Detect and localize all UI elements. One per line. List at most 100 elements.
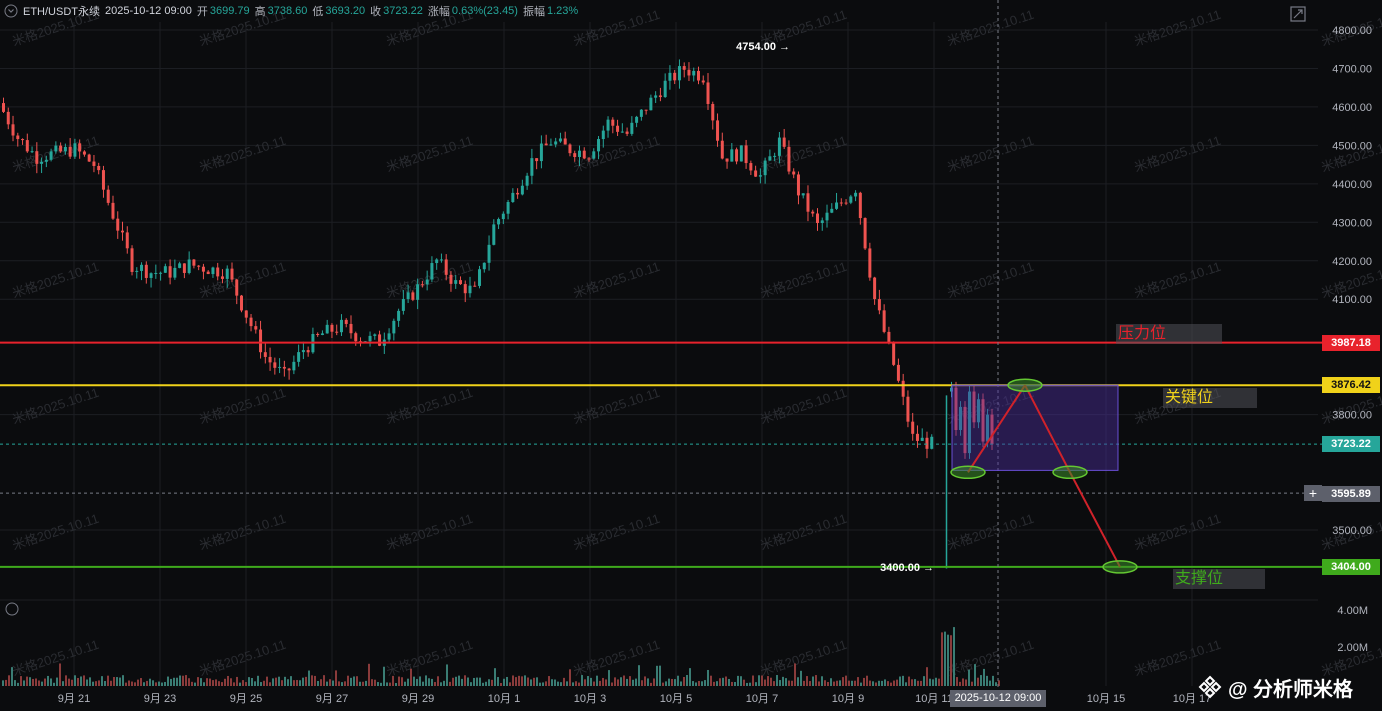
volume-bar	[422, 681, 424, 686]
volume-bar	[467, 677, 469, 686]
candle-body	[696, 70, 700, 81]
volume-bar	[527, 677, 529, 686]
candle-body	[577, 150, 581, 158]
candle-body	[259, 329, 263, 353]
volume-bar	[167, 676, 169, 686]
volume-bar	[293, 680, 295, 686]
symbol-name[interactable]: ETH/USDT永续	[23, 3, 100, 19]
volume-bar	[338, 681, 340, 686]
x-tick-label: 10月 9	[832, 693, 864, 705]
watermark-text: 米格2025.10.11	[384, 511, 474, 553]
volume-bar	[923, 676, 925, 686]
volume-bar	[680, 681, 682, 686]
drawing-overlays: 4754.00 → 3400.00 →	[0, 0, 1322, 690]
volume-bar	[269, 682, 271, 686]
candle-body	[244, 310, 248, 318]
volume-bar	[521, 676, 523, 686]
volume-bar	[74, 675, 76, 686]
candle-body	[463, 284, 467, 294]
candle-body	[749, 163, 753, 171]
volume-bar	[380, 682, 382, 686]
target-marker	[1102, 560, 1138, 574]
candle-body	[59, 145, 63, 152]
volume-bars	[2, 627, 1000, 686]
watermark-text: 米格2025.10.11	[10, 259, 100, 301]
volume-bar	[68, 678, 70, 686]
watermark-text: 米格2025.10.11	[571, 385, 661, 427]
candle-body	[401, 299, 405, 311]
volume-bar	[896, 679, 898, 686]
candle-body	[430, 263, 434, 280]
watermark-text: 米格2025.10.11	[10, 133, 100, 175]
watermark-text: 米格2025.10.11	[10, 511, 100, 553]
volume-bar	[629, 676, 631, 686]
candle-body	[82, 151, 86, 155]
candle-body	[263, 352, 267, 357]
candle-body	[877, 299, 881, 311]
current-price-badge: 3723.22	[1322, 436, 1380, 452]
volume-bar	[713, 681, 715, 686]
volume-bar	[173, 677, 175, 686]
volume-bar	[551, 679, 553, 686]
volume-bar	[434, 682, 436, 686]
watermark-text: 米格2025.10.11	[571, 259, 661, 301]
volume-bar	[935, 677, 937, 686]
volume-bar	[44, 678, 46, 686]
candle-body	[144, 264, 148, 278]
volume-bar	[140, 678, 142, 686]
volume-bar	[284, 676, 286, 686]
candle-body	[159, 272, 163, 274]
volume-bar	[914, 679, 916, 686]
volume-bar	[875, 682, 877, 686]
candle-body	[21, 139, 25, 141]
candle-body	[149, 273, 153, 278]
volume-bar	[932, 679, 934, 686]
candle-body	[282, 366, 286, 369]
volume-bar	[623, 675, 625, 686]
volume-bar	[377, 682, 379, 686]
candle-body	[268, 356, 272, 363]
volume-bar	[59, 663, 61, 686]
watermark-text: 米格2025.10.11	[758, 385, 848, 427]
volume-bar	[449, 681, 451, 686]
volume-bar	[524, 675, 526, 686]
volume-bar	[929, 678, 931, 686]
candle-body	[796, 174, 800, 196]
volume-bar	[980, 675, 982, 686]
candle-body	[301, 350, 305, 353]
candle-body	[397, 310, 401, 321]
candle-body	[373, 334, 377, 336]
add-alert-button[interactable]: +	[1304, 485, 1322, 501]
candle-body	[368, 335, 372, 342]
volume-bar	[458, 675, 460, 686]
candle-body	[206, 271, 210, 275]
low-label: 低	[312, 6, 324, 18]
volume-bar	[347, 675, 349, 686]
high-value: 3738.60	[267, 5, 308, 17]
volume-bar	[65, 675, 67, 686]
candle-body	[501, 213, 505, 220]
collapse-chevron-icon[interactable]	[4, 4, 18, 18]
volume-bar	[947, 634, 949, 686]
candle-body	[839, 202, 843, 204]
high-label: 高	[254, 6, 266, 18]
volume-bar	[761, 675, 763, 686]
volume-bar	[149, 678, 151, 686]
volume-bar	[701, 681, 703, 686]
watermark-text: 米格2025.10.11	[384, 259, 474, 301]
volume-bar	[56, 677, 58, 686]
volume-bar	[77, 677, 79, 686]
candle-body	[316, 333, 320, 335]
candle-body	[178, 263, 182, 268]
fullscreen-icon[interactable]	[1289, 5, 1307, 23]
volume-bar	[368, 663, 370, 686]
volume-bar	[542, 682, 544, 686]
watermark-text: 米格2025.10.11	[10, 385, 100, 427]
candle-body	[792, 171, 796, 175]
volume-bar	[860, 682, 862, 686]
candle-body	[187, 259, 191, 273]
candle-body	[592, 151, 596, 159]
volume-bar	[41, 681, 43, 686]
x-tick-label: 10月 11	[915, 693, 953, 705]
volume-bar	[743, 679, 745, 686]
